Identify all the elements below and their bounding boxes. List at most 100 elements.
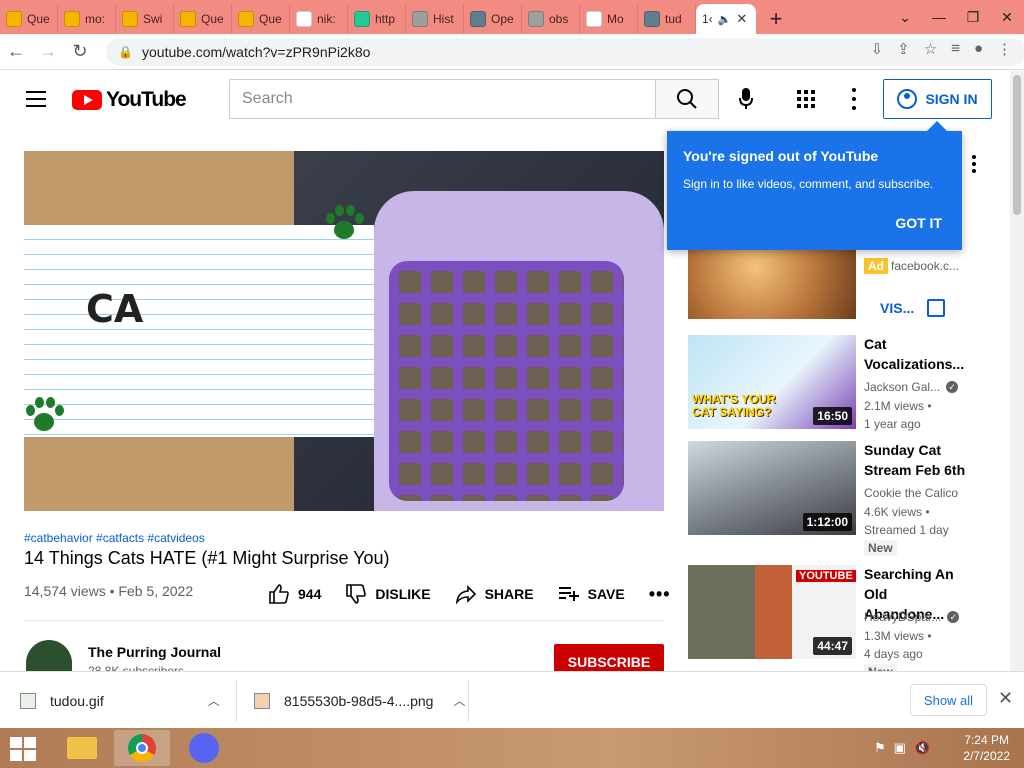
download-item[interactable]: 8155530b-98d5-4....png ︿ (254, 672, 465, 729)
popup-body: Sign in to like videos, comment, and sub… (683, 177, 934, 191)
more-actions-icon[interactable]: ••• (649, 584, 671, 605)
hamburger-menu-icon[interactable] (26, 91, 46, 107)
channel-avatar[interactable] (26, 640, 72, 672)
new-tab-button[interactable]: + (756, 4, 796, 34)
sidebar-more-icon[interactable] (972, 155, 976, 173)
got-it-button[interactable]: GOT IT (895, 215, 942, 231)
forward-button[interactable]: → (32, 36, 64, 68)
clock-time: 7:24 PM (964, 733, 1009, 747)
sign-in-button[interactable]: SIGN IN (883, 79, 992, 119)
related-title[interactable]: Cat Vocalizations... (864, 334, 968, 374)
browser-tab[interactable]: Ope (464, 4, 522, 34)
restore-button[interactable]: ❐ (956, 0, 990, 34)
browser-tab[interactable]: obs (522, 4, 580, 34)
tab-active[interactable]: 1‹ 🔈 ✕ (696, 4, 756, 34)
ad-domain: facebook.c... (891, 259, 960, 273)
tab-label: Que (201, 12, 224, 26)
close-tab-icon[interactable]: ✕ (736, 11, 747, 27)
close-downloads-icon[interactable]: ✕ (998, 688, 1013, 709)
video-duration: 16:50 (813, 407, 852, 425)
install-icon[interactable]: ⇩ (871, 40, 884, 58)
windows-taskbar: ⚑ ▣ 🔇 7:24 PM 2/7/2022 (0, 728, 1024, 768)
browser-tab[interactable]: Que (174, 4, 232, 34)
verified-check-icon: ✓ (946, 381, 959, 393)
download-item[interactable]: tudou.gif ︿ (20, 672, 220, 729)
external-link-icon[interactable] (927, 299, 945, 317)
file-explorer-icon[interactable] (54, 730, 110, 766)
download-filename: 8155530b-98d5-4....png (284, 692, 434, 709)
search-input[interactable]: Search (229, 79, 656, 119)
windows-start-icon[interactable] (10, 737, 38, 761)
video-thumbnail[interactable]: WHAT'S YOUR CAT SAYING? 16:50 (688, 335, 856, 429)
speaker-icon[interactable]: 🔈 (718, 13, 732, 26)
video-frame-grille (389, 261, 624, 501)
browser-tab[interactable]: http (348, 4, 406, 34)
google-icon (296, 11, 312, 27)
generic-c-icon (64, 11, 80, 27)
window-controls: ⌄ — ❐ ✕ (888, 0, 1024, 34)
related-title[interactable]: Sunday Cat Stream Feb 6th (864, 440, 968, 480)
share-page-icon[interactable]: ⇪ (897, 40, 910, 58)
scrollbar-thumb[interactable] (1013, 75, 1021, 215)
related-channel[interactable]: Jackson Gal... ✓ (864, 380, 959, 394)
reload-button[interactable]: ↻ (64, 36, 96, 68)
like-count: 944 (298, 586, 322, 602)
chevron-up-icon[interactable]: ︿ (453, 692, 465, 709)
lock-icon[interactable]: 🔒 (118, 45, 134, 59)
dislike-button[interactable]: DISLIKE (345, 583, 431, 605)
paw-print-icon (324, 205, 364, 245)
browser-tab[interactable]: nik: (290, 4, 348, 34)
browser-tab[interactable]: Hist (406, 4, 464, 34)
system-tray: ⚑ ▣ 🔇 (874, 740, 930, 756)
generic-c-icon (6, 11, 22, 27)
video-player[interactable]: CA (24, 151, 664, 511)
show-all-downloads-button[interactable]: Show all (910, 684, 987, 716)
chrome-menu-icon[interactable]: ⋮ (997, 40, 1012, 58)
tab-search-icon[interactable]: ⌄ (888, 0, 922, 34)
browser-tab[interactable]: Que (0, 4, 58, 34)
video-duration: 1:12:00 (802, 513, 852, 531)
gif-file-icon (20, 692, 36, 709)
video-thumbnail[interactable]: 1:12:00 (688, 441, 856, 535)
channel-name[interactable]: The Purring Journal (88, 644, 221, 660)
video-thumbnail[interactable]: YOUTUBE 44:47 (688, 565, 856, 659)
save-button[interactable]: SAVE (558, 583, 625, 605)
search-button[interactable] (655, 79, 719, 119)
related-channel[interactable]: HeavyDSpar... ✓ (864, 610, 960, 624)
browser-tab[interactable]: tud (638, 4, 696, 34)
discord-icon[interactable] (176, 730, 232, 766)
thumbs-up-icon (269, 584, 289, 604)
share-button[interactable]: SHARE (455, 583, 534, 605)
popup-title: You're signed out of YouTube (683, 148, 879, 164)
apps-grid-icon[interactable] (797, 90, 815, 108)
browser-tab[interactable]: Swi (116, 4, 174, 34)
video-hashtags[interactable]: #catbehavior #catfacts #catvideos (24, 531, 205, 545)
browser-tab[interactable]: Mo (580, 4, 638, 34)
related-channel[interactable]: Cookie the Calico (864, 486, 958, 500)
flag-icon[interactable]: ⚑ (874, 740, 886, 756)
tab-label: Ope (491, 12, 514, 26)
network-icon[interactable]: ▣ (894, 740, 906, 756)
volume-muted-icon[interactable]: 🔇 (914, 740, 930, 756)
clock[interactable]: 7:24 PM 2/7/2022 (963, 732, 1010, 764)
youtube-logo[interactable]: YouTube (72, 88, 187, 112)
close-window-button[interactable]: ✕ (990, 0, 1024, 34)
settings-dots-icon[interactable] (852, 88, 856, 110)
tab-label: Hist (433, 12, 454, 26)
like-button[interactable]: 944 (268, 583, 321, 605)
chrome-icon[interactable] (114, 730, 170, 766)
ad-visit-button[interactable]: VIS... (880, 300, 914, 316)
microphone-icon[interactable] (735, 87, 757, 111)
profile-icon[interactable]: ● (974, 40, 983, 58)
wikipedia-icon (586, 11, 602, 27)
browser-tab[interactable]: Que (232, 4, 290, 34)
back-button[interactable]: ← (0, 36, 32, 68)
minimize-button[interactable]: — (922, 0, 956, 34)
bookmark-star-icon[interactable]: ☆ (924, 40, 937, 58)
page-scrollbar[interactable] (1010, 71, 1024, 671)
media-control-icon[interactable]: ≡ (951, 40, 960, 58)
browser-tab[interactable]: mo: (58, 4, 116, 34)
chevron-up-icon[interactable]: ︿ (208, 692, 220, 709)
video-duration: 44:47 (813, 637, 852, 655)
thumbs-down-icon (346, 584, 367, 604)
